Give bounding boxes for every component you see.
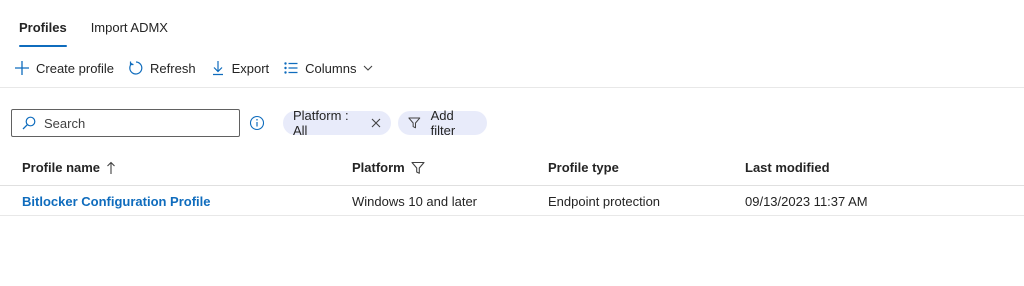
- command-bar: Create profile Refresh Export Columns: [14, 57, 388, 79]
- export-button[interactable]: Export: [210, 57, 270, 79]
- download-icon: [212, 61, 223, 76]
- column-header-profile-type[interactable]: Profile type: [548, 160, 619, 175]
- search-box[interactable]: [11, 109, 240, 137]
- info-icon[interactable]: [249, 115, 265, 131]
- platform-filter-label: Platform : All: [293, 108, 349, 138]
- chevron-down-icon: [364, 65, 373, 71]
- refresh-icon: [129, 61, 143, 75]
- add-filter-label: Add filter: [430, 108, 456, 138]
- columns-label: Columns: [305, 60, 357, 76]
- search-input[interactable]: [44, 115, 224, 131]
- refresh-label: Refresh: [150, 60, 196, 76]
- create-profile-button[interactable]: Create profile: [14, 57, 114, 79]
- column-header-last-modified[interactable]: Last modified: [745, 160, 830, 175]
- tab-profiles[interactable]: Profiles: [19, 18, 67, 48]
- plus-icon: [15, 61, 29, 75]
- close-icon[interactable]: [371, 118, 381, 128]
- search-icon: [22, 116, 36, 130]
- platform-cell: Windows 10 and later: [352, 194, 478, 209]
- tab-import-admx[interactable]: Import ADMX: [91, 18, 168, 48]
- table-header: Profile name Platform Profile type Last …: [0, 150, 1024, 186]
- column-header-platform[interactable]: Platform: [352, 160, 425, 175]
- filter-icon: [411, 161, 425, 174]
- profile-type-cell: Endpoint protection: [548, 194, 661, 209]
- platform-filter-pill[interactable]: Platform : All: [283, 108, 391, 138]
- column-header-profile-name[interactable]: Profile name: [22, 160, 116, 175]
- filter-icon: [408, 117, 421, 129]
- profile-name-link[interactable]: Bitlocker Configuration Profile: [22, 194, 211, 209]
- last-modified-cell: 09/13/2023 11:37 AM: [745, 194, 868, 209]
- refresh-button[interactable]: Refresh: [128, 57, 196, 79]
- sort-ascending-icon: [107, 161, 115, 174]
- columns-button[interactable]: Columns: [283, 57, 374, 79]
- create-profile-label: Create profile: [36, 60, 115, 76]
- table-row[interactable]: Bitlocker Configuration Profile Windows …: [0, 186, 1024, 216]
- tab-bar: Profiles Import ADMX: [19, 18, 192, 50]
- toolbar-divider: [0, 87, 1024, 88]
- add-filter-button[interactable]: Add filter: [398, 108, 487, 138]
- export-label: Export: [231, 60, 270, 76]
- columns-list-icon: [284, 62, 298, 74]
